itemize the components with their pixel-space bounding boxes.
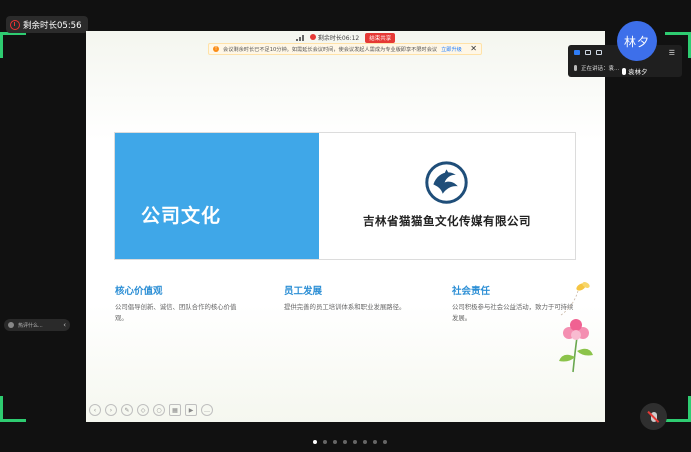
pen-icon[interactable]: ✎ xyxy=(121,404,133,416)
value-column: 核心价值观 公司倡导创新、诚信、团队合作的核心价值观。 xyxy=(115,283,245,324)
share-status-bar: 剩余时长06:12 结束共享 xyxy=(296,32,396,43)
recording-dot-icon xyxy=(310,34,316,40)
growth-heading: 员工发展 xyxy=(284,286,323,297)
video-icon[interactable]: ▶ xyxy=(185,404,197,416)
page-dot[interactable] xyxy=(313,440,317,444)
value-body: 公司倡导创新、诚信、团队合作的核心价值观。 xyxy=(115,303,237,322)
grid-icon[interactable]: ▦ xyxy=(169,404,181,416)
meeting-window: 剩余时长05:56 剩余时长06:12 结束共享 ! 会议剩余时长已不足10分钟… xyxy=(0,0,691,452)
signal-icon xyxy=(296,34,304,41)
slide-title: 公司文化 xyxy=(141,205,222,227)
notice-close-icon[interactable]: ✕ xyxy=(470,45,477,53)
flower-decoration-icon xyxy=(559,282,593,373)
page-dot[interactable] xyxy=(323,440,327,444)
growth-body: 提供完善的员工培训体系和职业发展路径。 xyxy=(284,303,406,311)
view-controls xyxy=(574,50,602,55)
chat-preview[interactable]: 热评什么... ‹ xyxy=(4,319,70,331)
zoom-icon[interactable]: ○ xyxy=(153,404,165,416)
speaker-frame-bottom-left xyxy=(0,396,26,422)
value-heading: 核心价值观 xyxy=(115,286,163,297)
more-icon[interactable]: … xyxy=(201,404,213,416)
speaker-frame-bottom-right xyxy=(665,396,691,422)
time-limit-notice: ! 会议剩余时长已不足10分钟。如需延长会议时间，使会议发起人需成为专业版即享不… xyxy=(208,43,482,55)
page-dot[interactable] xyxy=(343,440,347,444)
page-dot[interactable] xyxy=(383,440,387,444)
title-panel: 公司文化 xyxy=(115,133,319,259)
page-dot[interactable] xyxy=(333,440,337,444)
page-dot[interactable] xyxy=(353,440,357,444)
avatar[interactable]: 林夕 xyxy=(617,21,657,61)
end-share-button[interactable]: 结束共享 xyxy=(365,32,396,43)
company-logo-icon xyxy=(425,161,468,204)
eraser-icon[interactable]: ◇ xyxy=(137,404,149,416)
participant-name-tag: 袁林夕 xyxy=(622,66,648,76)
share-remaining-text: 剩余时长06:12 xyxy=(317,35,360,42)
growth-column: 员工发展 提供完善的员工培训体系和职业发展路径。 xyxy=(284,283,414,313)
next-slide-icon[interactable]: › xyxy=(105,404,117,416)
remaining-time-badge: 剩余时长05:56 xyxy=(6,16,88,33)
shared-screen: 剩余时长06:12 结束共享 ! 会议剩余时长已不足10分钟。如需延长会议时间，… xyxy=(86,31,605,422)
chat-preview-text: 热评什么... xyxy=(18,322,43,329)
page-dot[interactable] xyxy=(363,440,367,444)
speaking-text: 正在讲话：袁... xyxy=(581,66,620,72)
sidebar-toggle-icon[interactable]: ☰ xyxy=(669,49,675,57)
upgrade-link[interactable]: 立即升级 xyxy=(441,46,462,53)
speaking-mic-icon xyxy=(574,65,577,71)
speaker-view-icon[interactable] xyxy=(585,50,591,55)
company-name: 吉林省猫猫鱼文化传媒有限公司 xyxy=(363,214,531,228)
gallery-view-icon[interactable] xyxy=(574,50,580,55)
slide-toolbar: ‹ › ✎ ◇ ○ ▦ ▶ … xyxy=(89,404,213,416)
speaker-frame-top-left xyxy=(0,32,26,58)
speaking-indicator: 正在讲话：袁... xyxy=(574,64,619,72)
mic-icon xyxy=(622,67,626,75)
page-indicator xyxy=(313,440,387,444)
title-banner: 公司文化 吉林省猫猫鱼文化传媒有限公司 xyxy=(114,132,576,260)
participant-name: 袁林夕 xyxy=(628,68,648,76)
list-view-icon[interactable] xyxy=(596,50,602,55)
mute-button[interactable] xyxy=(640,403,667,430)
share-remaining: 剩余时长06:12 xyxy=(310,33,359,42)
collapse-chevron-icon[interactable]: ‹ xyxy=(63,321,66,329)
remaining-time-text: 剩余时长05:56 xyxy=(23,20,82,31)
notice-text: 会议剩余时长已不足10分钟。如需延长会议时间，使会议发起人需成为专业版即享不限时… xyxy=(223,46,438,53)
clock-icon xyxy=(10,19,20,30)
prev-slide-icon[interactable]: ‹ xyxy=(89,404,101,416)
page-dot[interactable] xyxy=(373,440,377,444)
warning-icon: ! xyxy=(213,46,219,52)
chat-avatar-icon xyxy=(8,322,14,328)
